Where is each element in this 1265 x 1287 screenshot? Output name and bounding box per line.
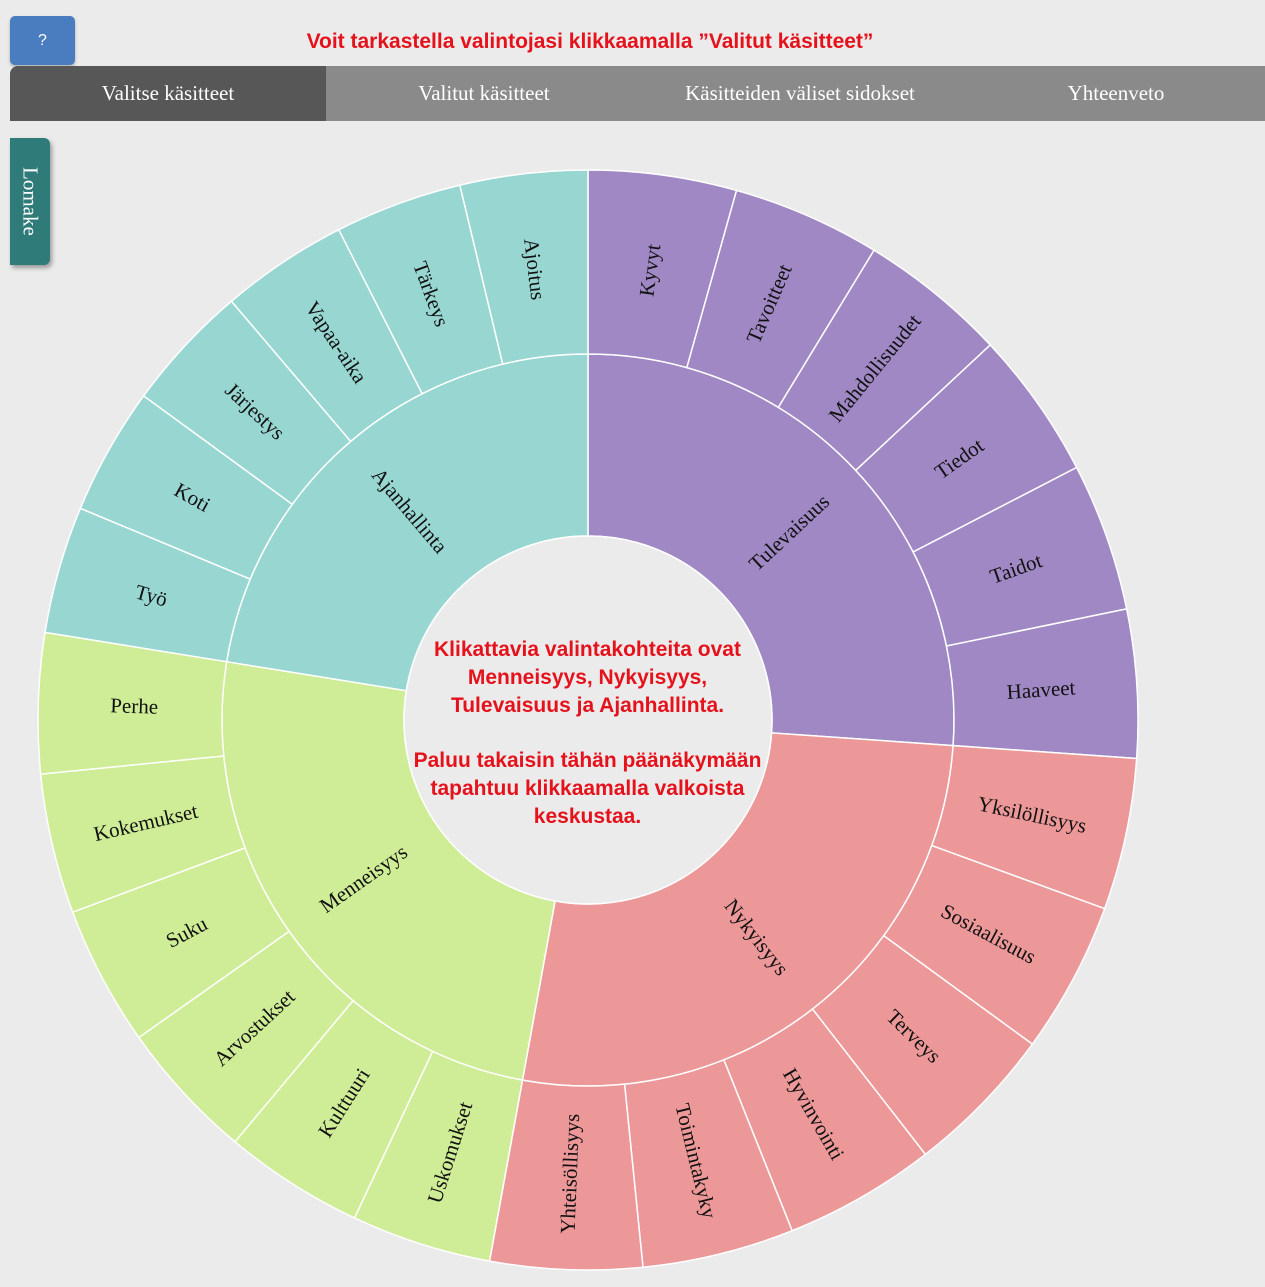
label-yhteisollisyys: Yhteisöllisyys <box>555 1113 584 1234</box>
center-text-2: Paluu takaisin tähän päänäkymään tapahtu… <box>413 749 762 828</box>
center-instructions: Klikattavia valintakohteita ovat Menneis… <box>410 636 765 831</box>
center-text-1: Klikattavia valintakohteita ovat Menneis… <box>434 638 741 717</box>
label-haaveet: Haaveet <box>1006 675 1076 704</box>
label-perhe: Perhe <box>110 693 159 718</box>
